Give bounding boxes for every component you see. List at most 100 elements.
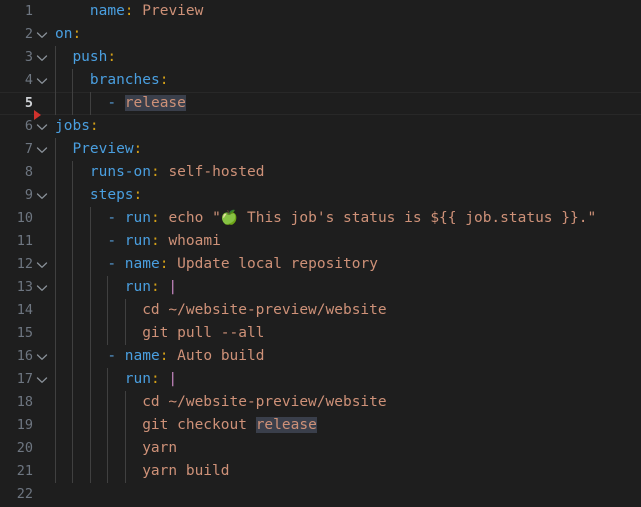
code-line[interactable]: 2 on: [0,23,641,46]
indent-guide [89,207,91,230]
code-text[interactable]: steps: [90,184,142,207]
indent-guide [107,322,109,345]
code-text[interactable]: - run: echo "🍏 This job's status is ${{ … [107,207,596,230]
indent-guide [124,437,126,460]
indent-guide [55,46,56,69]
code-line[interactable]: 8 runs-on: self-hosted [0,161,641,184]
code-text[interactable]: push: [72,46,116,69]
line-number: 21 [16,463,33,479]
code-editor[interactable]: 1 name: Preview 2 on: 3 push: 4 branches: 5 - rel… [0,0,641,507]
code-line[interactable]: 10 - run: echo "🍏 This job's status is ${… [0,207,641,230]
code-line[interactable]: 13 run: | [0,276,641,299]
chevron-down-icon[interactable] [36,253,50,276]
chevron-down-icon[interactable] [36,115,50,138]
code-text[interactable]: cd ~/website-preview/website [142,299,386,322]
indent-guide [55,299,56,322]
code-text[interactable]: git pull --all [142,322,264,345]
code-text[interactable]: run: | [125,276,177,299]
indent-guide [89,345,91,368]
code-line[interactable]: 18 cd ~/website-preview/website [0,391,641,414]
code-text[interactable]: yarn build [142,460,229,483]
line-number: 20 [16,440,33,456]
indent-guides [0,230,600,253]
code-line[interactable]: 22 [0,483,641,506]
code-line[interactable]: 20 yarn [0,437,641,460]
chevron-down-icon[interactable] [36,368,50,391]
line-number: 7 [24,141,33,157]
code-line[interactable]: 19 git checkout release [0,414,641,437]
code-line[interactable]: 4 branches: [0,69,641,92]
indent-guide [89,299,91,322]
indent-guide [72,230,74,253]
code-line[interactable]: 17 run: | [0,368,641,391]
code-token: name [89,3,125,19]
code-line[interactable]: 14 cd ~/website-preview/website [0,299,641,322]
chevron-down-icon[interactable] [36,184,50,207]
code-text[interactable]: git checkout release [142,414,317,437]
code-line[interactable]: 16 - name: Auto build [0,345,641,368]
code-text[interactable]: cd ~/website-preview/website [142,391,386,414]
chevron-down-icon[interactable] [36,69,50,92]
line-number: 2 [24,26,33,42]
indent-guides [0,368,600,391]
indent-guide [55,322,56,345]
code-line[interactable]: 15 git pull --all [0,322,641,345]
code-line[interactable]: 11 - run: whoami [0,230,641,253]
indent-guides [0,345,600,368]
code-line[interactable]: 12 - name: Update local repository [0,253,641,276]
indent-guide [55,207,56,230]
indent-guide [72,92,74,115]
chevron-down-icon[interactable] [36,276,50,299]
code-token: branches [89,72,160,88]
code-text[interactable]: - name: Update local repository [107,253,378,276]
chevron-down-icon[interactable] [36,138,50,161]
code-line[interactable]: 1 name: Preview [0,0,641,23]
indent-guide [72,207,74,230]
code-line[interactable]: 21 yarn build [0,460,641,483]
code-token: push [72,49,108,65]
indent-guide [89,253,91,276]
indent-guide [89,414,91,437]
code-line[interactable]: 6 jobs: [0,115,641,138]
code-token: yarn [142,440,178,456]
code-token: - [107,348,125,364]
code-line[interactable]: 5 - release [0,92,641,115]
indent-guide [89,92,91,115]
code-text[interactable]: - run: whoami [107,230,221,253]
indent-guide [124,391,126,414]
indent-guides [0,460,600,483]
code-line[interactable]: 3 push: [0,46,641,69]
code-token: : [133,187,143,203]
indent-guide [107,299,109,322]
code-text[interactable]: branches: [90,69,169,92]
indent-guides [0,322,600,345]
code-text[interactable]: Preview: [72,138,142,161]
code-text[interactable]: - release [107,92,186,115]
code-text[interactable]: yarn [142,437,177,460]
code-token: : [150,210,160,226]
code-token: cd ~/website-preview/website [142,394,387,410]
code-line[interactable]: 9 steps: [0,184,641,207]
indent-guide [55,345,56,368]
code-token: runs-on [89,164,151,180]
indent-guide [55,414,56,437]
indent-guide [89,391,91,414]
chevron-down-icon[interactable] [36,46,50,69]
code-text[interactable]: run: | [125,368,177,391]
indent-guides [0,23,600,46]
code-text[interactable]: runs-on: self-hosted [90,161,265,184]
code-token: cd ~/website-preview/website [142,302,387,318]
code-text[interactable]: name: Preview [90,0,204,23]
code-text[interactable]: on: [55,23,81,46]
indent-guide [72,368,74,391]
code-text[interactable]: - name: Auto build [107,345,264,368]
code-line[interactable]: 7 Preview: [0,138,641,161]
code-text[interactable]: jobs: [55,115,99,138]
code-token: release [255,417,317,433]
indent-guide [72,276,74,299]
chevron-down-icon[interactable] [36,345,50,368]
line-number: 5 [24,95,33,111]
line-number: 19 [16,417,33,433]
line-number: 3 [24,49,33,65]
chevron-down-icon[interactable] [36,23,50,46]
